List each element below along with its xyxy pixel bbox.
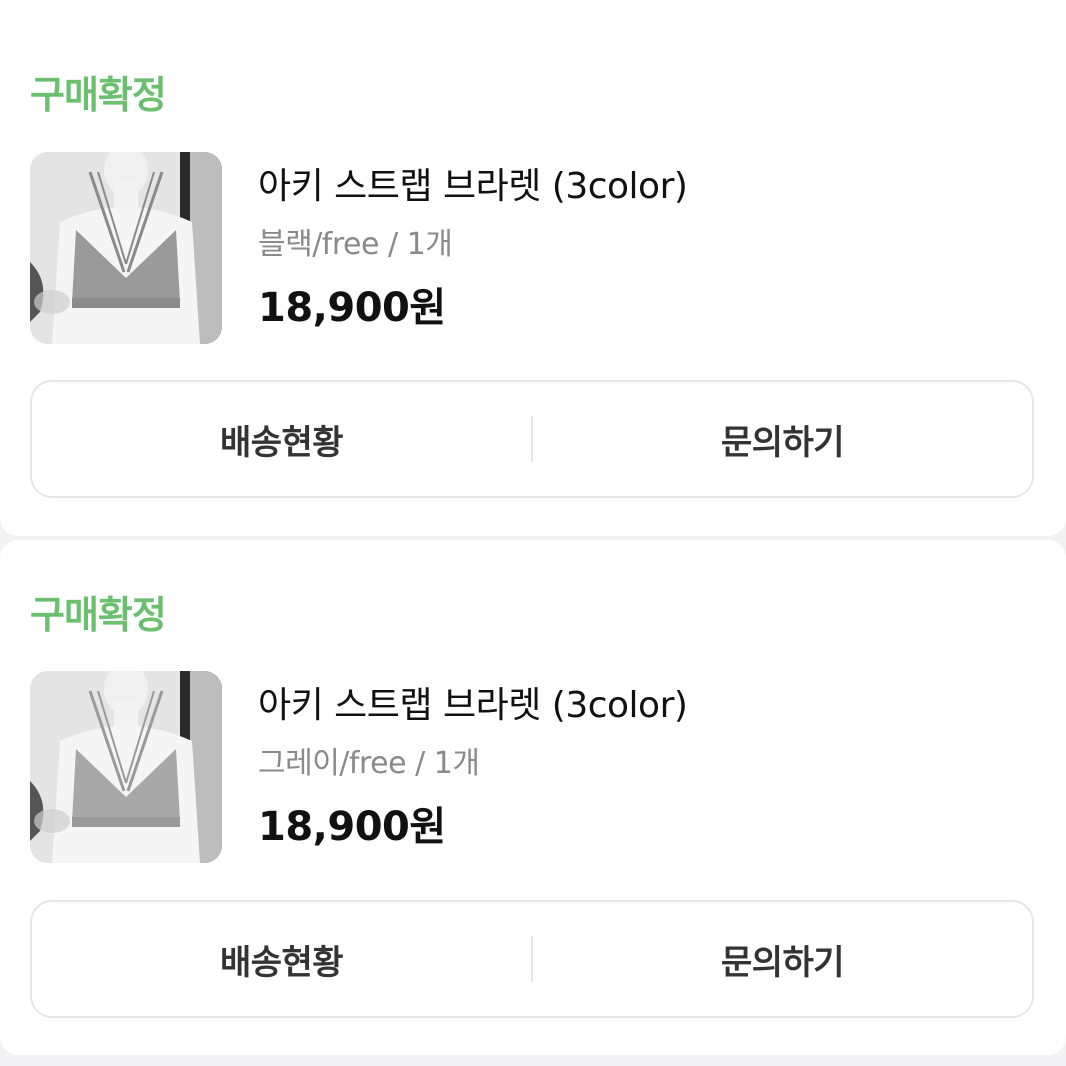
product-price: 18,900원 [258,285,446,331]
product-price: 18,900원 [258,804,446,850]
order-status-label: 구매확정 [30,593,167,637]
product-photo-icon [30,671,222,863]
order-card: 구매확정 아키 스트랩 브라렛 (3color) 그레이/free / 1개 1… [0,540,1066,1055]
product-thumbnail[interactable] [30,152,222,344]
delivery-status-button[interactable]: 배송현황 [32,902,531,1016]
delivery-status-button[interactable]: 배송현황 [32,382,531,496]
product-title[interactable]: 아키 스트랩 브라렛 (3color) [258,676,688,728]
order-card: 구매확정 아키 스트랩 브라렛 (3color) 블랙/free / 1개 18… [0,0,1066,536]
product-option: 그레이/free / 1개 [258,746,480,781]
order-actions: 배송현황 문의하기 [30,380,1034,498]
inquiry-button[interactable]: 문의하기 [533,382,1032,496]
product-title[interactable]: 아키 스트랩 브라렛 (3color) [258,157,688,209]
inquiry-button[interactable]: 문의하기 [533,902,1032,1016]
order-list-page: 구매확정 아키 스트랩 브라렛 (3color) 블랙/free / 1개 18… [0,0,1066,1066]
order-actions: 배송현황 문의하기 [30,900,1034,1018]
product-option: 블랙/free / 1개 [258,227,453,262]
order-status-label: 구매확정 [30,73,167,117]
product-thumbnail[interactable] [30,671,222,863]
product-photo-icon [30,152,222,344]
